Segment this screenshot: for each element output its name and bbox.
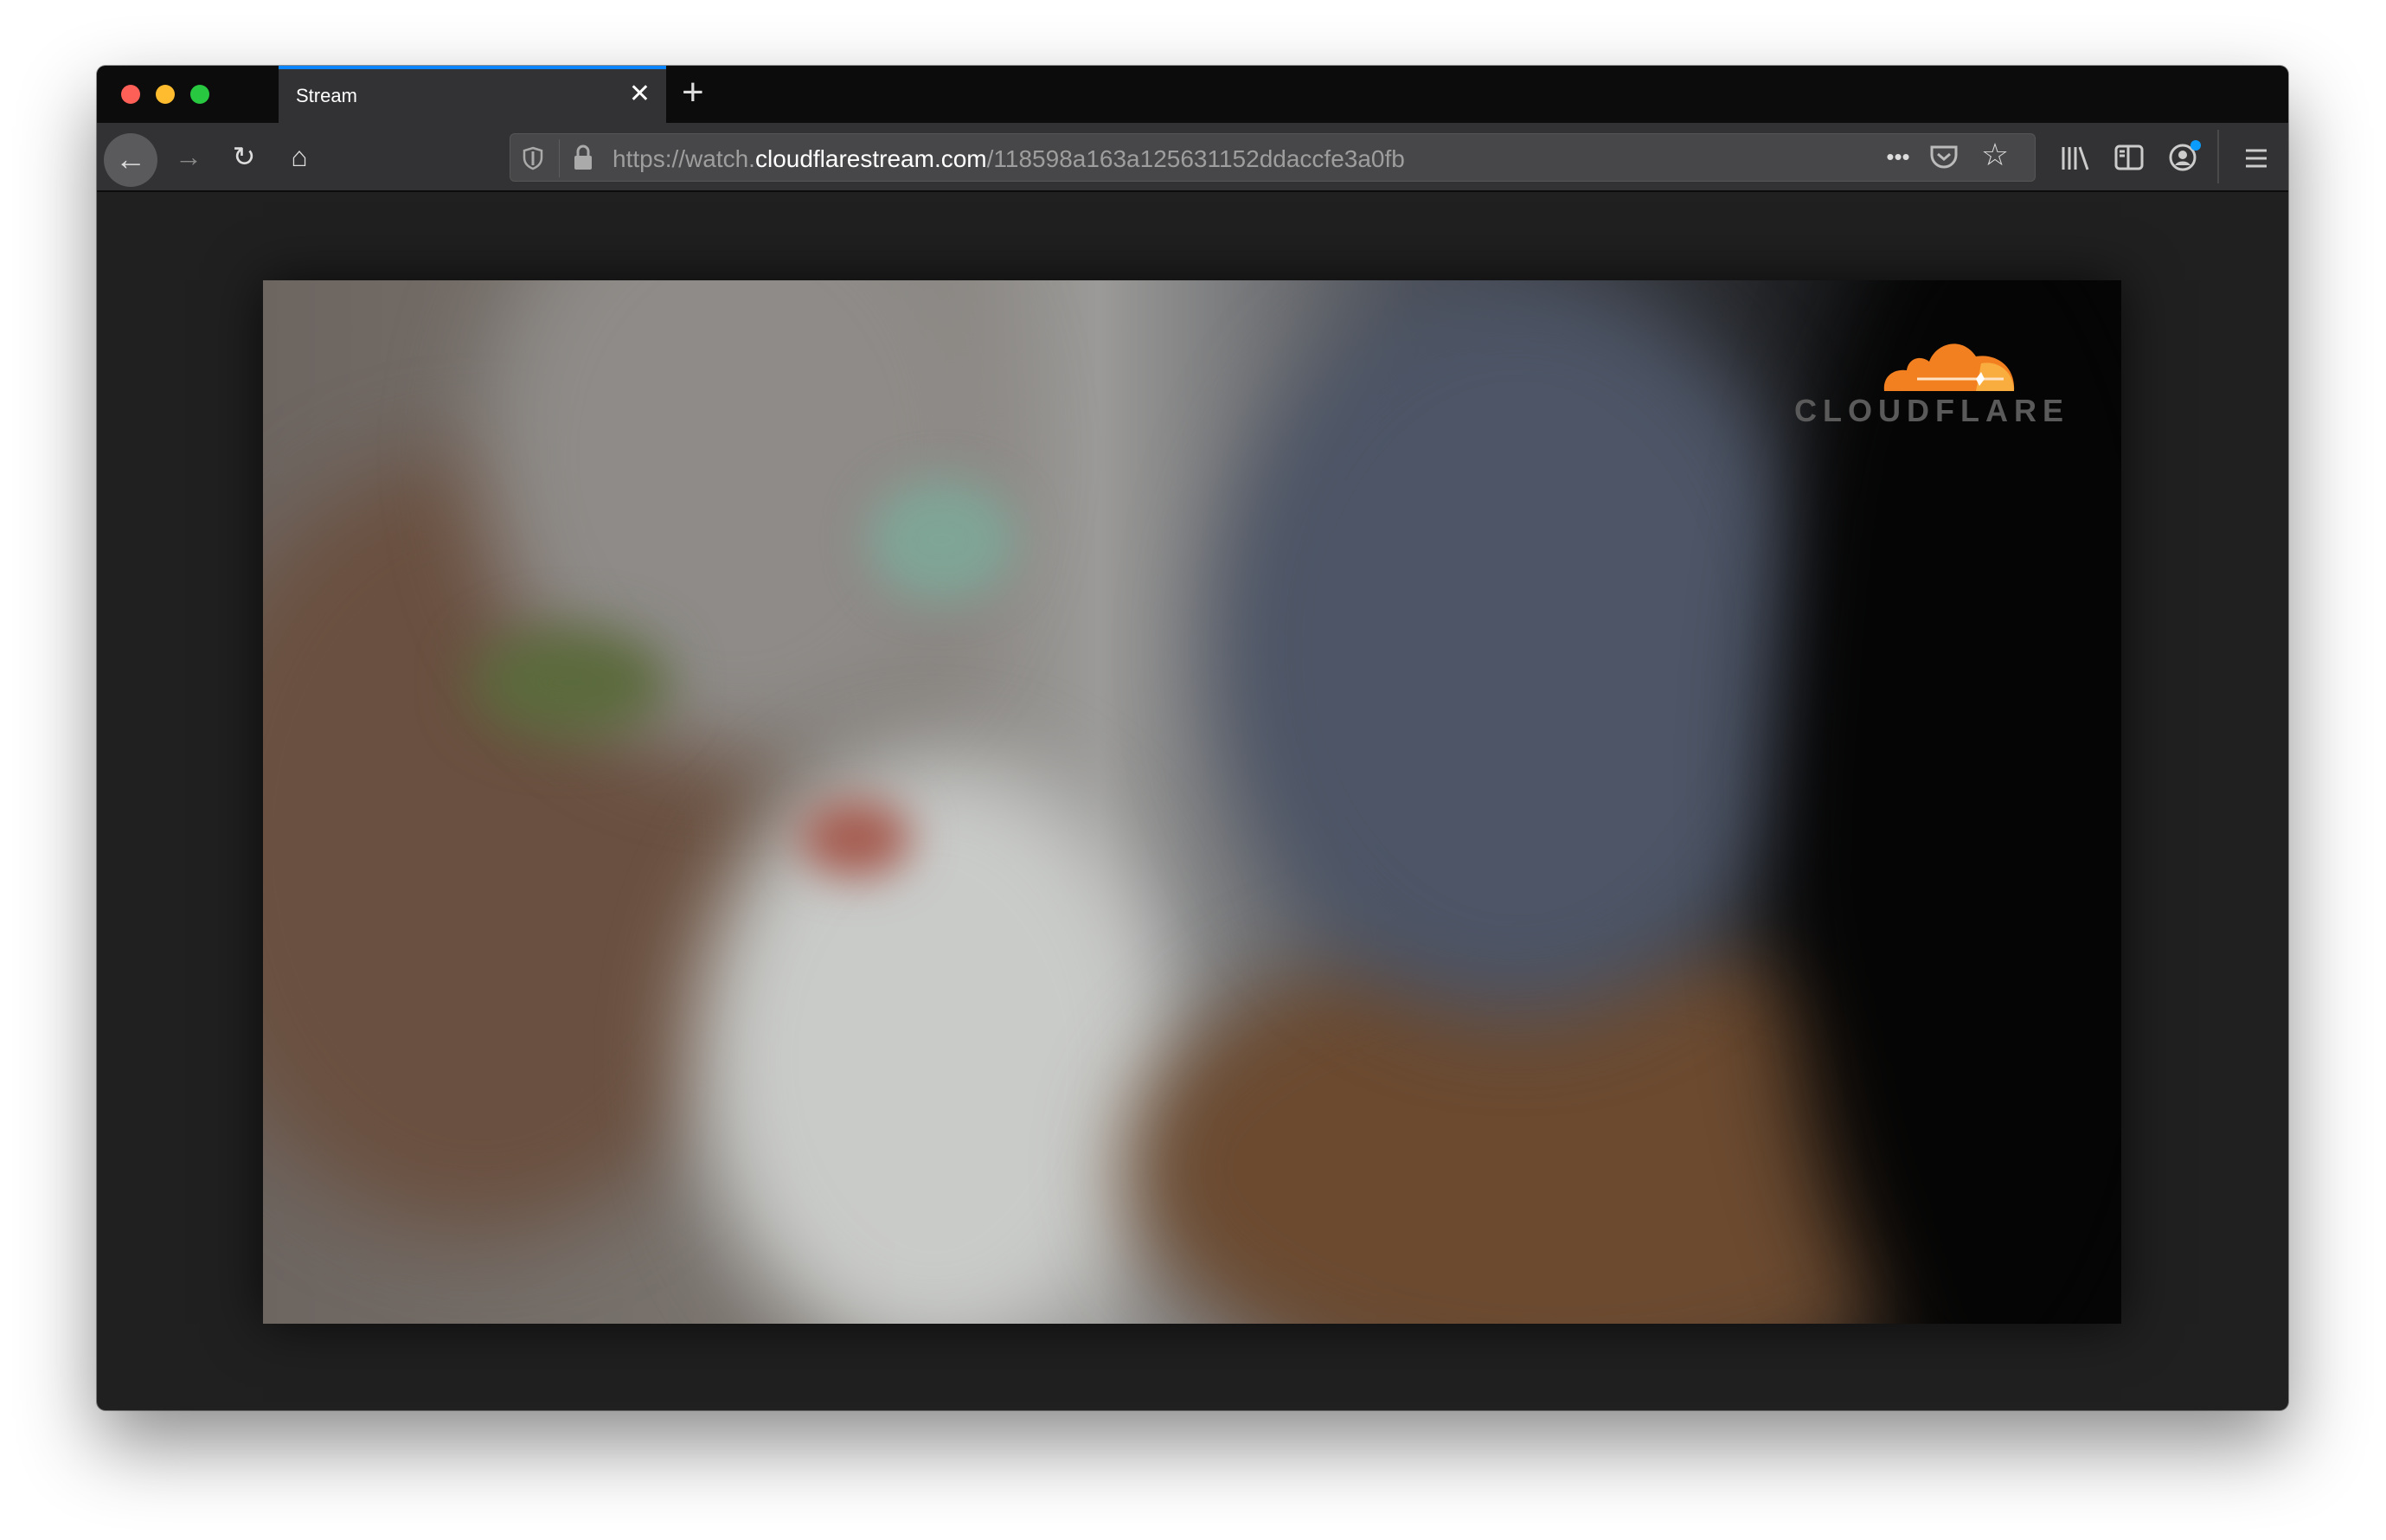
url-prefix: https://watch. — [613, 145, 755, 172]
url-text[interactable]: https://watch.cloudflarestream.com/11859… — [613, 145, 1405, 173]
notification-badge — [2190, 140, 2201, 151]
minimize-window-button[interactable] — [156, 85, 175, 104]
star-icon[interactable]: ☆ — [1976, 136, 2014, 174]
tab-title: Stream — [296, 85, 357, 106]
navigation-toolbar: ← → ↻ ⌂ https://watch.cloudflarestream.c… — [97, 123, 2288, 192]
more-icon[interactable]: ••• — [1879, 138, 1917, 176]
divider — [559, 139, 560, 177]
video-blur — [471, 626, 670, 739]
cloudflare-logo-text: CLOUDFLARE — [1794, 393, 2069, 428]
video-player[interactable]: CLOUDFLARE — [263, 280, 2121, 1324]
cloudflare-logo: CLOUDFLARE — [1793, 330, 2069, 434]
url-path: /118598a163a125631152ddaccfe3a0fb — [986, 145, 1405, 172]
url-domain: cloudflarestream.com — [754, 145, 987, 172]
toolbar-separator — [2217, 130, 2219, 183]
video-blur — [1215, 280, 1820, 1016]
tab-bar: Stream ✕ + — [97, 66, 2288, 123]
new-tab-button[interactable]: + — [682, 71, 704, 114]
lock-icon[interactable] — [573, 144, 593, 170]
video-blur — [869, 479, 1016, 600]
tab-stream[interactable]: Stream ✕ — [279, 66, 666, 123]
reload-icon[interactable]: ↻ — [225, 138, 263, 176]
cloudflare-cloud-icon — [1883, 343, 2015, 391]
video-blur — [799, 799, 912, 877]
forward-icon[interactable]: → — [170, 138, 208, 176]
pocket-icon[interactable] — [1929, 144, 1959, 170]
maximize-window-button[interactable] — [190, 85, 209, 104]
home-icon[interactable]: ⌂ — [280, 138, 318, 176]
tab-close-icon[interactable]: ✕ — [629, 80, 651, 109]
library-icon[interactable] — [2061, 145, 2090, 171]
video-blur — [1777, 280, 2121, 1324]
shield-icon[interactable] — [523, 146, 543, 170]
close-window-button[interactable] — [121, 85, 140, 104]
back-icon[interactable]: ← — [104, 133, 157, 187]
url-bar[interactable]: https://watch.cloudflarestream.com/11859… — [510, 133, 2036, 182]
menu-icon[interactable] — [2245, 148, 2267, 169]
sidebar-icon[interactable] — [2114, 144, 2144, 170]
browser-window: Stream ✕ + ← → ↻ ⌂ https://watch.cloudfl… — [97, 66, 2288, 1410]
